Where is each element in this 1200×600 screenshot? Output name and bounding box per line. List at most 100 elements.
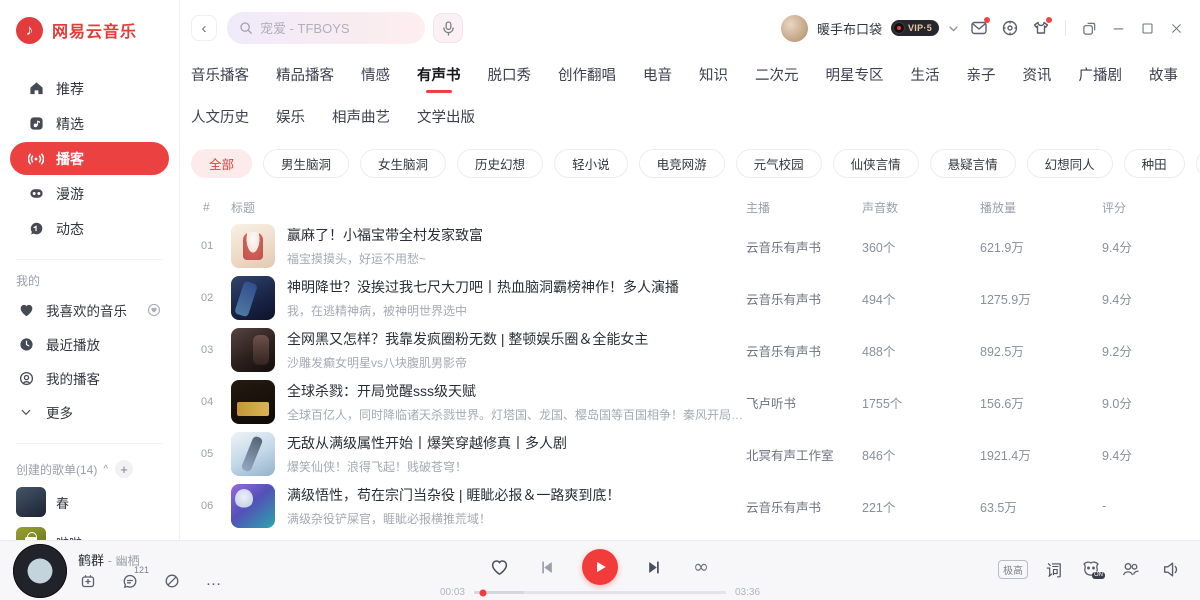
tab-music-podcast[interactable]: 音乐播客 [191,64,249,93]
sidebar-item-recent-play[interactable]: 最近播放 [10,327,169,361]
maximize-icon[interactable] [1137,18,1157,38]
audiobook-cover[interactable] [231,224,275,268]
table-row[interactable]: 01 赢麻了！小福宝带全村发家致富 福宝摸摸头，好运不用愁~ 云音乐有声书 36… [191,220,1186,272]
mic-button[interactable] [433,13,463,43]
chip-novel-digest[interactable]: 小说速读 [1196,149,1200,178]
table-row[interactable]: 03 全网黑又怎样？我靠发疯圈粉无数 | 整顿娱乐圈＆全能女主 沙雕发癫女明星v… [191,324,1186,376]
tab-radio-drama[interactable]: 广播剧 [1079,64,1123,93]
tab-star-zone[interactable]: 明星专区 [826,64,884,93]
collapse-icon[interactable]: ^ [103,464,108,475]
tab-audiobook[interactable]: 有声书 [417,64,461,93]
settings-icon[interactable] [999,17,1021,39]
tab-crosstalk[interactable]: 相声曲艺 [332,106,390,135]
sidebar-item-liked-music[interactable]: 我喜欢的音乐 [10,293,169,327]
chip-light-novel[interactable]: 轻小说 [554,149,628,178]
host-name[interactable]: 云音乐有声书 [746,237,862,256]
sidebar-item-featured[interactable]: 精选 [10,107,169,140]
audiobook-cover[interactable] [231,432,275,476]
listen-together-icon[interactable] [1120,558,1142,580]
progress-handle[interactable] [479,589,486,596]
audiobook-cover[interactable] [231,328,275,372]
chip-male-fantasy[interactable]: 男生脑洞 [263,149,349,178]
tab-cover-creation[interactable]: 创作翻唱 [558,64,616,93]
chip-xianxia-romance[interactable]: 仙侠言情 [833,149,919,178]
host-name[interactable]: 云音乐有声书 [746,341,862,360]
volume-icon[interactable] [1160,558,1182,580]
now-playing-text[interactable]: 鹤群 - 幽栖 [78,550,140,569]
host-name[interactable]: 北冥有声工作室 [746,445,862,464]
chip-fantasy-fanfic[interactable]: 幻想同人 [1027,149,1113,178]
chip-female-fantasy[interactable]: 女生脑洞 [360,149,446,178]
tab-talkshow[interactable]: 脱口秀 [488,64,532,93]
table-row[interactable]: 04 全球杀戮：开局觉醒sss级天赋 全球百亿人，同时降临诸天杀戮世界。灯塔国、… [191,376,1186,428]
host-name[interactable]: 云音乐有声书 [746,497,862,516]
tab-humanity-history[interactable]: 人文历史 [191,106,249,135]
tab-parenting[interactable]: 亲子 [967,64,996,93]
tab-emotion[interactable]: 情感 [361,64,390,93]
audiobook-title[interactable]: 赢麻了！小福宝带全村发家致富 [287,225,483,245]
audiobook-cover[interactable] [231,484,275,528]
playlist-item-spring[interactable]: 春 [0,482,179,522]
play-button[interactable] [582,549,618,585]
tab-story[interactable]: 故事 [1149,64,1178,93]
username[interactable]: 暖手布口袋 [817,19,882,38]
audiobook-title[interactable]: 神明降世？没挨过我七尺大刀吧丨热血脑洞霸榜神作！多人演播 [287,277,679,297]
table-row[interactable]: 06 满级悟性，苟在宗门当杂役 | 睚眦必报＆一路爽到底！ 满级杂役铲屎官，睚眦… [191,480,1186,532]
host-name[interactable]: 云音乐有声书 [746,289,862,308]
dislike-icon[interactable] [162,571,182,591]
comment-icon[interactable]: 121 [120,571,140,591]
like-icon[interactable] [488,556,510,578]
sidebar-item-recommend[interactable]: 推荐 [10,72,169,105]
progress-bar[interactable] [474,591,726,594]
tab-premium-podcast[interactable]: 精品播客 [276,64,334,93]
now-playing-vinyl[interactable] [13,544,67,598]
app-logo[interactable]: ♪ 网易云音乐 [0,14,179,46]
chip-farming[interactable]: 种田 [1124,149,1185,178]
tab-news[interactable]: 资讯 [1023,64,1052,93]
table-row[interactable]: 02 神明降世？没挨过我七尺大刀吧丨热血脑洞霸榜神作！多人演播 我，在逃精神病，… [191,272,1186,324]
sidebar-item-feed[interactable]: 动态 [10,212,169,245]
user-chevron-down-icon[interactable] [948,23,959,34]
minimize-icon[interactable] [1108,18,1128,38]
audiobook-title[interactable]: 满级悟性，苟在宗门当杂役 | 睚眦必报＆一路爽到底！ [287,485,620,505]
table-row[interactable]: 05 无敌从满级属性开始丨爆笑穿越修真丨多人剧 爆笑仙侠！浪得飞起！贱破苍穹！ … [191,428,1186,480]
chip-suspense-romance[interactable]: 悬疑言情 [930,149,1016,178]
audiobook-title[interactable]: 全球杀戮：开局觉醒sss级天赋 [287,381,746,401]
track-title[interactable]: 鹤群 [78,553,104,568]
more-icon[interactable]: … [204,571,224,591]
created-playlists-header[interactable]: 创建的歌单(14) ^ + [0,456,179,482]
chip-campus[interactable]: 元气校园 [736,149,822,178]
messages-icon[interactable] [968,17,990,39]
tab-life[interactable]: 生活 [911,64,940,93]
audiobook-cover[interactable] [231,380,275,424]
sidebar-item-podcast[interactable]: 播客 [10,142,169,175]
close-icon[interactable] [1166,18,1186,38]
chip-all[interactable]: 全部 [191,149,252,178]
mini-mode-icon[interactable] [1079,18,1099,38]
sidebar-item-my-podcast[interactable]: 我的播客 [10,361,169,395]
tab-acg[interactable]: 二次元 [755,64,799,93]
sound-effect-icon[interactable]: ON [1080,558,1102,580]
chip-esports[interactable]: 电竞网游 [639,149,725,178]
quality-badge[interactable]: 极高 [998,560,1028,579]
audiobook-cover[interactable] [231,276,275,320]
heart-mode-icon[interactable] [147,303,161,317]
previous-track-icon[interactable] [535,556,557,578]
host-name[interactable]: 飞卢听书 [746,393,862,412]
chip-history-fantasy[interactable]: 历史幻想 [457,149,543,178]
user-avatar[interactable] [781,15,808,42]
tab-knowledge[interactable]: 知识 [699,64,728,93]
add-playlist-button[interactable]: + [115,460,133,478]
lyrics-icon[interactable]: 词 [1046,557,1062,581]
audiobook-title[interactable]: 全网黑又怎样？我靠发疯圈粉无数 | 整顿娱乐圈＆全能女主 [287,329,648,349]
sidebar-item-more[interactable]: 更多 [10,395,169,429]
next-track-icon[interactable] [643,556,665,578]
tab-literature[interactable]: 文学出版 [417,106,475,135]
audiobook-title[interactable]: 无敌从满级属性开始丨爆笑穿越修真丨多人剧 [287,433,567,453]
back-button[interactable]: ‹ [191,15,217,41]
infinity-mode-icon[interactable]: ∞ [690,556,712,578]
search-input[interactable] [260,21,400,36]
sidebar-item-roaming[interactable]: 漫游 [10,177,169,210]
theme-skin-icon[interactable] [1030,17,1052,39]
tab-electronic[interactable]: 电音 [643,64,672,93]
